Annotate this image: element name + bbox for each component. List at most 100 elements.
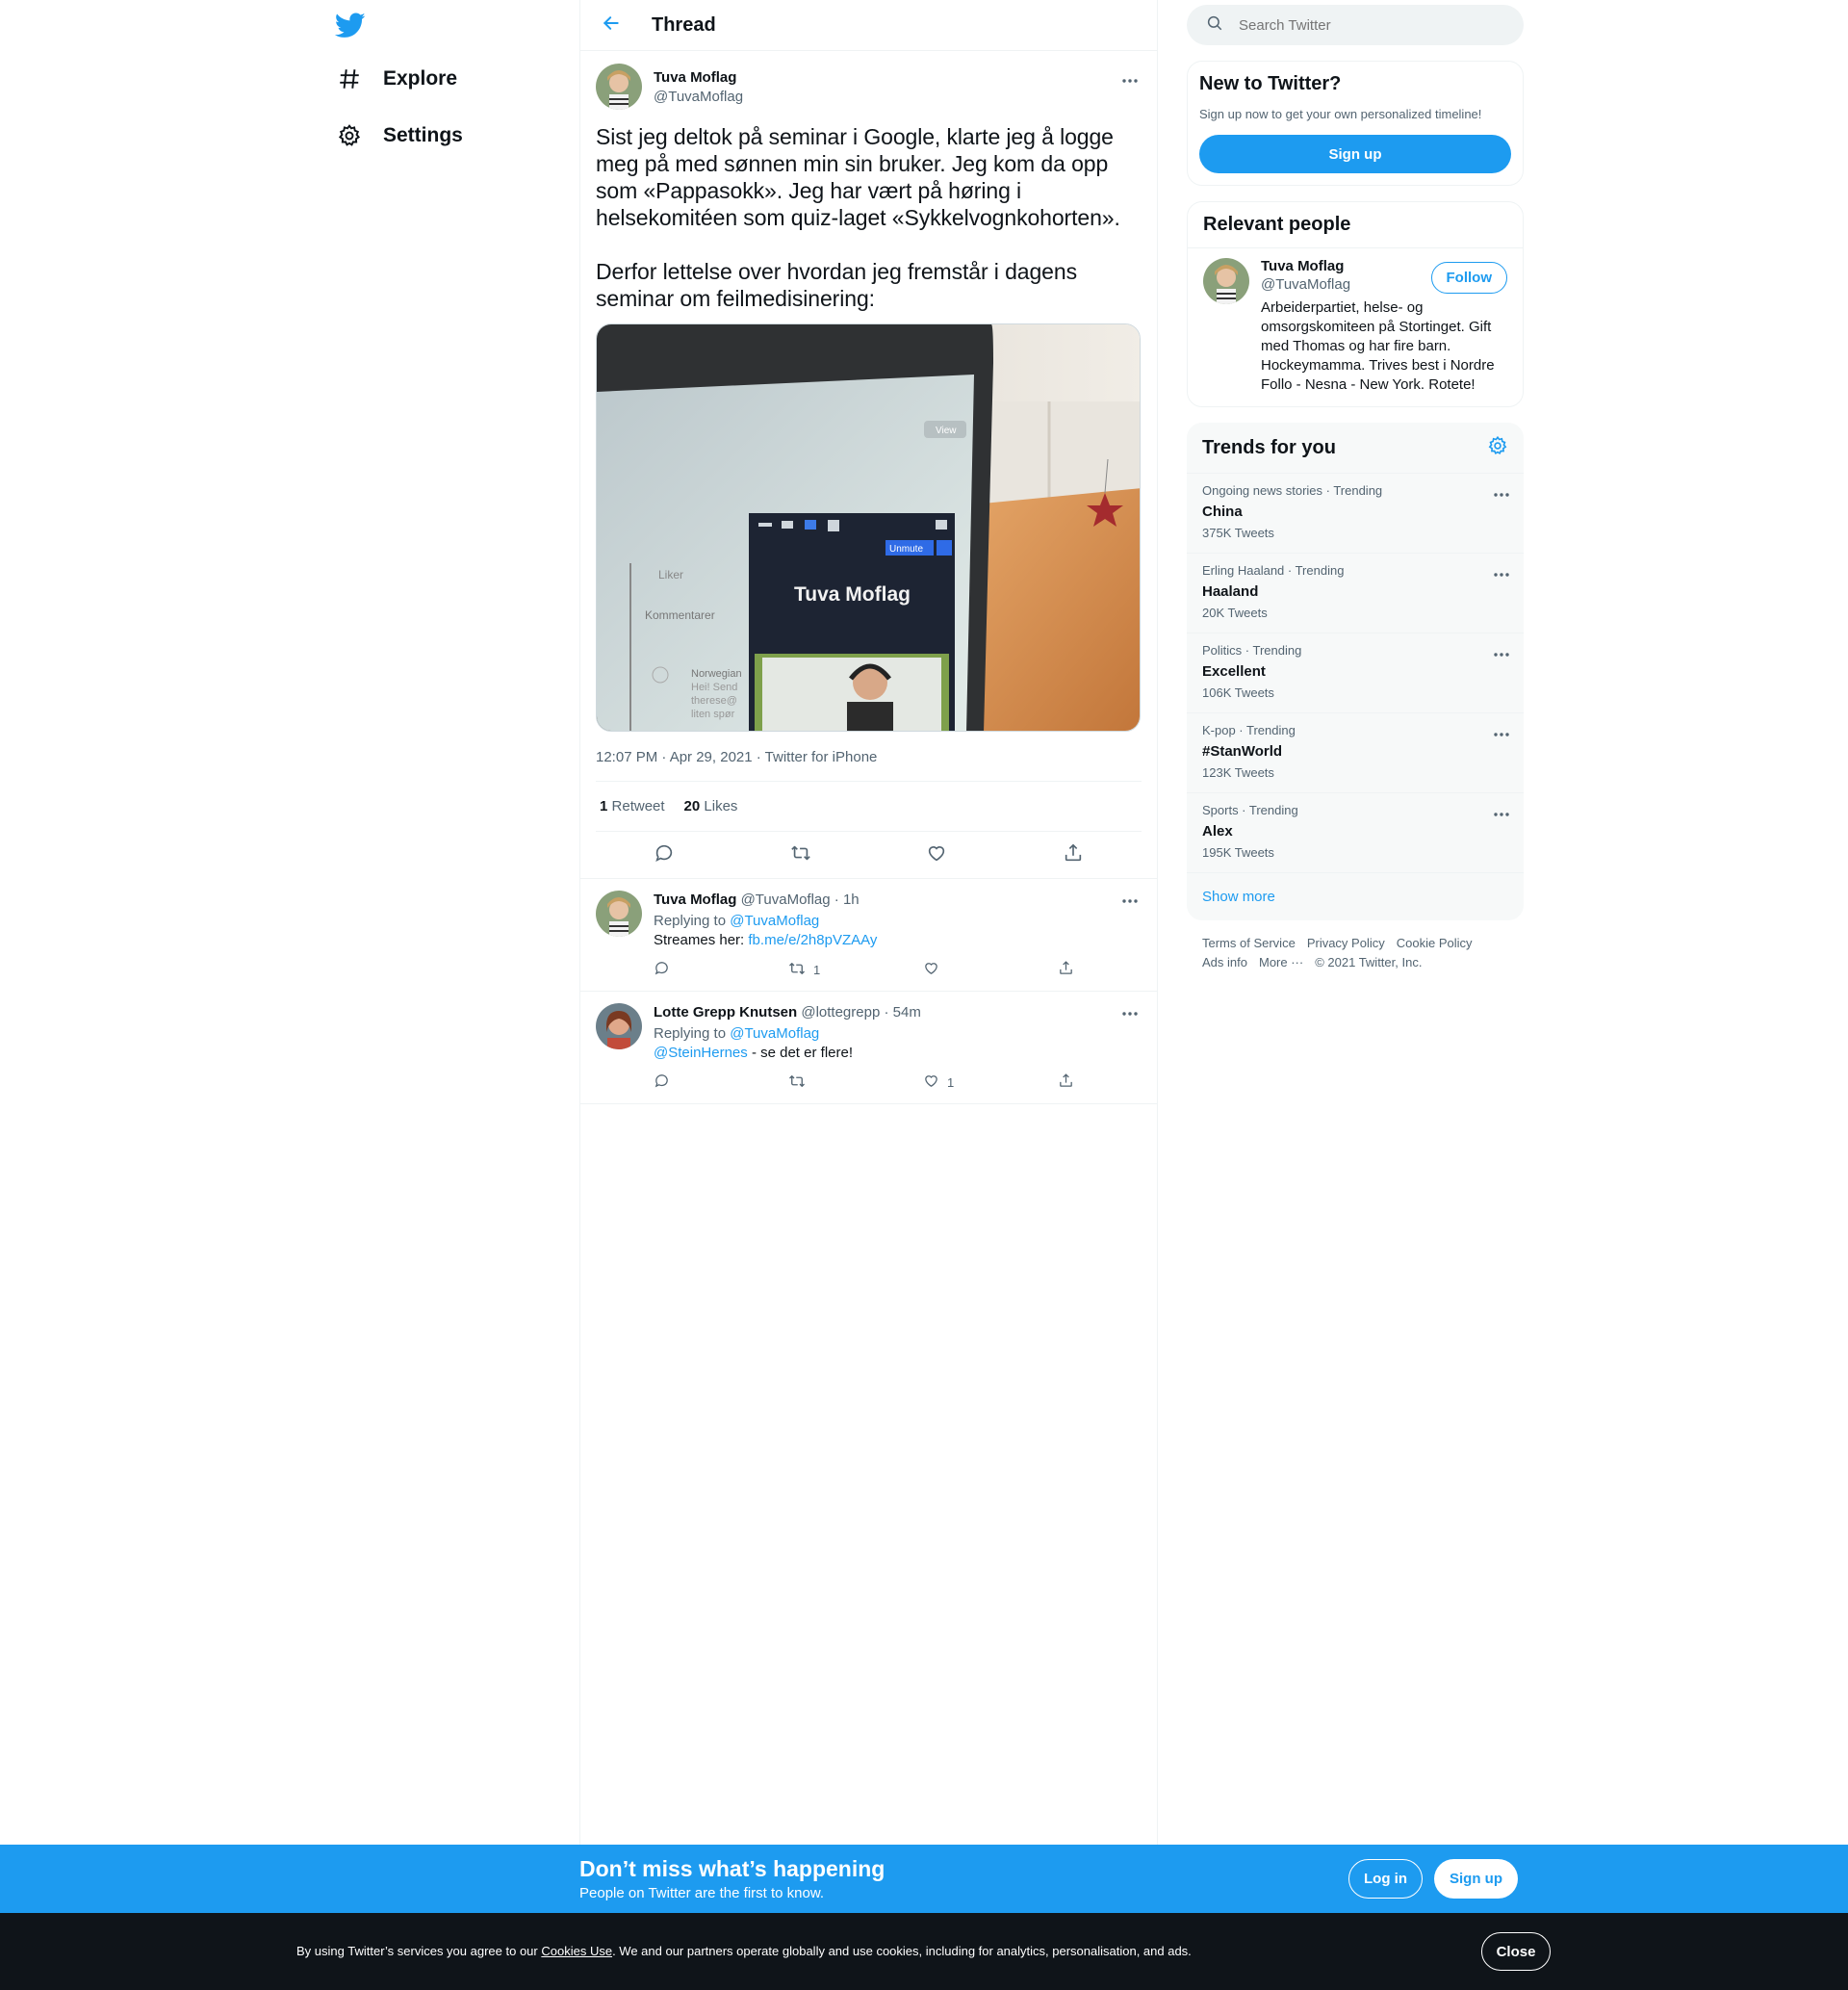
reply-time[interactable]: · 54m [884,1004,920,1021]
more-dots-icon[interactable] [1493,725,1510,742]
share-button[interactable] [1058,1073,1193,1092]
avatar[interactable] [596,1003,642,1049]
replying-to-link[interactable]: @TuvaMoflag [730,1025,819,1042]
retweet-button[interactable] [788,1073,923,1093]
sidebar-signup-button[interactable]: Sign up [1199,135,1511,173]
retweet-button[interactable]: 1 [788,960,923,980]
avatar[interactable] [1203,258,1249,304]
cookie-policy-link[interactable]: Cookie Policy [1397,936,1473,950]
reply-author-handle[interactable]: @TuvaMoflag [741,892,831,908]
gear-icon[interactable] [1487,435,1508,461]
show-more-link[interactable]: Show more [1187,872,1524,920]
avatar[interactable] [596,64,642,110]
reply-text: Streames her: [654,932,745,948]
trend-item[interactable]: Sports · Trending Alex 195K Tweets [1187,792,1524,872]
trend-item[interactable]: K-pop · Trending #StanWorld 123K Tweets [1187,712,1524,792]
nav-explore[interactable]: Explore [335,60,457,98]
reply-more-button[interactable] [1116,891,1143,910]
more-dots-icon[interactable] [1493,805,1510,822]
search-box[interactable] [1187,5,1524,45]
main-tweet: Tuva Moflag @TuvaMoflag Sist jeg deltok … [580,51,1157,878]
share-button[interactable] [1058,960,1193,979]
back-button[interactable] [594,8,629,42]
reply-more-button[interactable] [1116,1003,1143,1022]
nav-settings-label: Settings [383,124,463,146]
privacy-link[interactable]: Privacy Policy [1307,936,1385,950]
like-button[interactable]: 1 [923,1073,1058,1092]
trend-item[interactable]: Ongoing news stories · Trending China 37… [1187,473,1524,553]
tweet-timestamp[interactable]: 12:07 PM · Apr 29, 2021 · Twitter for iP… [596,749,1142,782]
reply-time[interactable]: · 1h [834,892,860,908]
reply-author-handle[interactable]: @lottegrepp [801,1004,880,1021]
reply-author-name[interactable]: Tuva Moflag [654,892,736,908]
like-button[interactable] [919,838,954,872]
reply-icon [654,1073,670,1092]
retweet-label: Retweet [611,798,665,814]
retweet-icon [790,842,811,868]
retweet-button[interactable] [783,838,818,872]
share-button[interactable] [1056,838,1091,872]
replying-to-link[interactable]: @TuvaMoflag [730,913,819,929]
signup-banner: Don’t miss what’s happening People on Tw… [0,1845,1848,1913]
cookie-close-button[interactable]: Close [1481,1932,1551,1971]
reply-button[interactable] [654,1073,788,1092]
author-handle[interactable]: @TuvaMoflag [654,89,743,105]
login-button[interactable]: Log in [1348,1859,1423,1899]
app-root: Explore Settings Thread Tuva Moflag @Tuv… [0,0,1848,1990]
trend-item[interactable]: Erling Haaland · Trending Haaland 20K Tw… [1187,553,1524,633]
terms-link[interactable]: Terms of Service [1202,936,1296,950]
new-to-twitter-title: New to Twitter? [1199,73,1342,94]
more-dots-icon [1121,892,1139,909]
reply-tweet[interactable]: Lotte Grepp Knutsen @lottegrepp · 54m Re… [580,991,1157,1104]
new-to-twitter-card: New to Twitter? Sign up now to get your … [1187,61,1524,186]
reply-mention[interactable]: @SteinHernes [654,1045,748,1061]
reply-icon [654,960,670,979]
reply-tweet[interactable]: Tuva Moflag @TuvaMoflag · 1h Replying to… [580,878,1157,991]
reply-text: - se det er flere! [747,1045,853,1061]
reply-icon [654,842,675,868]
reply-author-name[interactable]: Lotte Grepp Knutsen [654,1004,797,1021]
ads-info-link[interactable]: Ads info [1202,955,1247,969]
trend-count: 375K Tweets [1202,526,1274,540]
reply-button[interactable] [654,960,788,979]
search-icon [1206,14,1223,37]
banner-title: Don’t miss what’s happening [579,1856,886,1881]
more-link[interactable]: More ··· [1259,955,1303,969]
search-input[interactable] [1239,16,1489,34]
more-dots-icon[interactable] [1493,565,1510,582]
retweet-stat[interactable]: 1 Retweet [600,798,665,814]
relevant-person-bio: Arbeiderpartiet, helse- og omsorgskomite… [1261,299,1495,393]
author-name[interactable]: Tuva Moflag [654,69,743,86]
trend-name: Excellent [1202,663,1266,680]
more-dots-icon[interactable] [1493,485,1510,503]
likes-stat[interactable]: 20 Likes [684,798,738,814]
banner-signup-button[interactable]: Sign up [1434,1859,1518,1899]
relevant-people-title: Relevant people [1203,214,1351,235]
tweet-photo[interactable]: View Unmute Tuva Moflag Liker Kommentare… [596,323,1141,732]
reply-actions: 1 [654,1071,1193,1094]
reply-button[interactable] [647,838,681,872]
tweet-more-button[interactable] [1116,70,1143,90]
new-to-twitter-subtitle: Sign up now to get your own personalized… [1199,107,1482,121]
twitter-bird-icon[interactable] [334,10,370,44]
avatar[interactable] [596,891,642,937]
like-button[interactable] [923,960,1058,979]
more-dots-icon[interactable] [1493,645,1510,662]
reply-actions: 1 [654,958,1193,981]
tweet-stats: 1 Retweet 20 Likes [596,782,1142,832]
trend-context: Politics · Trending [1202,643,1302,658]
reply-link[interactable]: fb.me/e/2h8pVZAAy [748,932,877,948]
tweet-author[interactable]: Tuva Moflag @TuvaMoflag [596,64,1142,110]
cookies-use-link[interactable]: Cookies Use [541,1944,612,1958]
arrow-left-icon [602,13,621,38]
relevant-person[interactable]: Tuva Moflag @TuvaMoflag Arbeiderpartiet,… [1188,248,1523,406]
trend-name: China [1202,504,1243,520]
media-comment-line: liten spør [691,709,735,720]
replying-to-label: Replying to [654,1025,727,1042]
like-count: 1 [947,1074,955,1090]
nav-settings[interactable]: Settings [335,116,463,155]
trend-context: K-pop · Trending [1202,723,1296,737]
trend-item[interactable]: Politics · Trending Excellent 106K Tweet… [1187,633,1524,712]
follow-button[interactable]: Follow [1430,262,1507,294]
thread-header: Thread [580,0,1157,51]
